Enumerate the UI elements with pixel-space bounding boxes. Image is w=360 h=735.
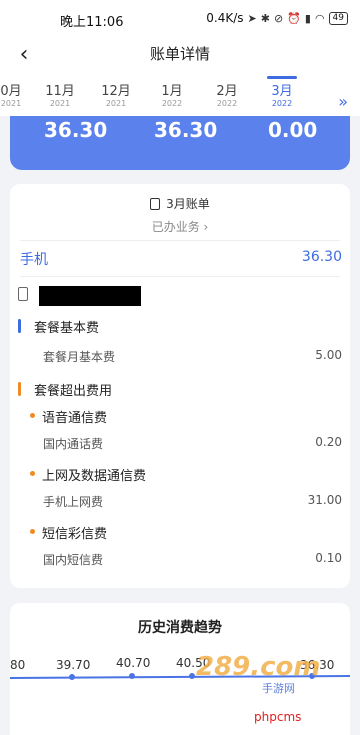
bullet-dot — [30, 471, 35, 476]
month-label: 2月 — [216, 84, 238, 99]
bill-detail-card: 3月账单 已办业务 › 手机 36.30 套餐基本费 套餐月基本费 5.00 套… — [10, 184, 350, 588]
bluetooth-icon: ✱ — [260, 11, 270, 25]
bill-title-text: 3月账单 — [166, 197, 210, 211]
section-title-extra: 套餐超出费用 — [34, 384, 113, 399]
summary-card: 36.30 36.30 0.00 — [10, 116, 350, 170]
wifi-icon: ◠ — [314, 11, 325, 25]
mute-icon: ⊘ — [273, 11, 284, 25]
month-label: 3月 — [271, 84, 293, 99]
month-year: 2021 — [0, 99, 22, 108]
tab-month-1[interactable]: 11月 2021 — [35, 84, 85, 109]
month-year: 2021 — [105, 99, 127, 108]
tab-month-5[interactable]: 3月 2022 — [257, 76, 307, 109]
tab-month-2[interactable]: 12月 2021 — [91, 84, 141, 109]
status-time: 晚上11:06 — [60, 15, 124, 30]
month-year: 2022 — [216, 99, 238, 108]
summary-value: 36.30 — [44, 118, 108, 142]
trend-point — [129, 673, 135, 679]
month-label: 11月 — [45, 84, 75, 99]
summary-value: 0.00 — [268, 118, 318, 142]
month-label: 0月 — [0, 84, 22, 99]
title-bar: ‹ 账单详情 — [0, 38, 360, 74]
phone-label: 手机 — [20, 252, 48, 268]
status-bar: 晚上11:06 0.4K/s ➤ ✱ ⊘ ⏰ ▮ ◠ 49 — [0, 0, 360, 38]
month-tabs: 0月 2021 11月 2021 12月 2021 1月 2022 2月 202… — [0, 74, 360, 116]
tab-month-4[interactable]: 2月 2022 — [202, 84, 252, 109]
phone-total: 36.30 — [301, 249, 342, 265]
section-bar — [18, 382, 21, 396]
network-speed: 0.4K/s — [206, 11, 244, 25]
tab-month-3[interactable]: 1月 2022 — [147, 84, 197, 109]
business-link[interactable]: 已办业务 › — [10, 218, 350, 235]
status-icons: 0.4K/s ➤ ✱ ⊘ ⏰ ▮ ◠ 49 — [206, 11, 348, 25]
section-title-basic: 套餐基本费 — [34, 321, 100, 336]
month-year: 2022 — [161, 99, 183, 108]
fee-item-label: 国内通话费 — [43, 437, 104, 451]
month-label: 12月 — [101, 84, 131, 99]
subgroup-title: 语音通信费 — [42, 411, 108, 426]
fee-item-label: 国内短信费 — [43, 553, 104, 567]
section-bar — [18, 319, 21, 333]
bill-icon — [150, 198, 161, 210]
bullet-dot — [30, 529, 35, 534]
bill-title: 3月账单 — [10, 195, 350, 212]
fee-item-label: 套餐月基本费 — [43, 350, 116, 364]
subgroup-title: 上网及数据通信费 — [42, 469, 147, 484]
phone-icon — [18, 287, 28, 301]
trend-point — [69, 674, 75, 680]
divider — [20, 276, 340, 277]
bullet-dot — [30, 413, 35, 418]
month-label: 1月 — [161, 84, 183, 99]
fee-item-label: 手机上网费 — [43, 495, 104, 509]
page-title: 账单详情 — [149, 45, 210, 63]
battery-indicator: 49 — [328, 11, 348, 25]
tab-month-0[interactable]: 0月 2021 — [0, 84, 36, 109]
subgroup-title: 短信彩信费 — [42, 527, 108, 542]
fee-item-value: 0.20 — [315, 435, 342, 449]
alarm-icon: ⏰ — [287, 11, 301, 25]
redacted-phone-number — [39, 286, 141, 306]
fee-item-value: 0.10 — [315, 551, 342, 565]
fee-item-value: 5.00 — [315, 348, 342, 362]
fee-item-value: 31.00 — [307, 493, 342, 507]
trend-value-label: 40.70 — [116, 656, 150, 670]
divider — [20, 240, 340, 241]
signal-icon: ▮ — [304, 11, 311, 25]
summary-value: 36.30 — [154, 118, 218, 142]
trend-point — [189, 673, 195, 679]
trend-value-label: 39.70 — [56, 658, 90, 672]
double-chevron-right-icon[interactable]: » — [338, 92, 348, 111]
month-year: 2021 — [49, 99, 71, 108]
month-year: 2022 — [271, 99, 293, 108]
location-icon: ➤ — [247, 11, 257, 25]
active-tab-indicator — [267, 76, 297, 79]
watermark-logo: 289.com — [196, 652, 321, 682]
watermark-sub: 手游网 — [262, 682, 295, 695]
trend-value-label: 80 — [10, 658, 25, 672]
watermark-site: phpcms — [254, 710, 302, 724]
